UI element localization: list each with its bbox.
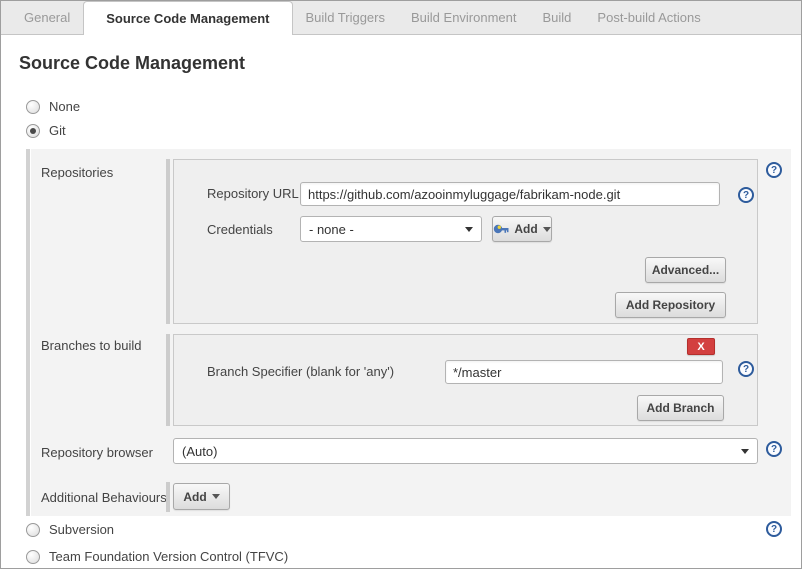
repository-browser-selected-value: (Auto) <box>182 443 218 459</box>
add-behaviour-label: Add <box>183 489 207 504</box>
caret-down-icon <box>465 227 473 232</box>
behaviours-divider-bar <box>166 482 170 512</box>
add-repository-label: Add Repository <box>625 298 716 312</box>
caret-down-icon <box>741 449 749 454</box>
credentials-select[interactable]: - none - <box>300 216 482 242</box>
radio-tfvc-label: Team Foundation Version Control (TFVC) <box>49 549 289 564</box>
repository-url-label: Repository URL <box>207 186 299 201</box>
caret-down-icon <box>211 494 220 499</box>
delete-branch-button[interactable]: X <box>687 338 715 355</box>
key-icon <box>494 224 509 234</box>
branch-specifier-label: Branch Specifier (blank for 'any') <box>207 364 395 379</box>
radio-git-icon[interactable] <box>26 123 40 138</box>
tab-source-code-management[interactable]: Source Code Management <box>83 1 293 35</box>
repositories-help-icon[interactable]: ? <box>766 162 782 178</box>
advanced-button[interactable]: Advanced... <box>645 257 726 283</box>
branch-panel: X Branch Specifier (blank for 'any') Add… <box>173 334 758 426</box>
additional-behaviours-label: Additional Behaviours <box>41 490 167 505</box>
radio-git-label: Git <box>49 123 66 138</box>
add-credentials-label: Add <box>514 222 538 236</box>
branch-specifier-input[interactable] <box>445 360 723 384</box>
scm-option-tfvc[interactable]: Team Foundation Version Control (TFVC) <box>26 549 288 564</box>
add-branch-button[interactable]: Add Branch <box>637 395 724 421</box>
add-credentials-button[interactable]: Add <box>492 216 552 242</box>
add-branch-label: Add Branch <box>646 401 715 415</box>
radio-none-icon[interactable] <box>26 99 40 114</box>
radio-none-label: None <box>49 99 81 114</box>
repository-url-input[interactable] <box>300 182 720 206</box>
tab-build-environment[interactable]: Build Environment <box>398 1 530 34</box>
tab-build-triggers[interactable]: Build Triggers <box>293 1 398 34</box>
subversion-help-icon[interactable]: ? <box>766 521 782 537</box>
branches-divider-bar <box>166 334 170 426</box>
page-title: Source Code Management <box>19 53 246 73</box>
repositories-divider-bar <box>166 159 170 324</box>
scm-option-none[interactable]: None <box>26 99 80 114</box>
config-tab-bar: General Source Code Management Build Tri… <box>1 1 801 35</box>
radio-subversion-icon[interactable] <box>26 522 40 537</box>
credentials-selected-value: - none - <box>309 221 354 237</box>
scm-option-subversion[interactable]: Subversion <box>26 522 114 537</box>
scm-option-git[interactable]: Git <box>26 123 66 138</box>
repository-browser-label: Repository browser <box>41 445 153 460</box>
branches-to-build-label: Branches to build <box>41 338 142 353</box>
advanced-button-label: Advanced... <box>651 263 720 277</box>
add-repository-button[interactable]: Add Repository <box>615 292 726 318</box>
jenkins-job-config-page: General Source Code Management Build Tri… <box>0 0 802 569</box>
tab-post-build-actions[interactable]: Post-build Actions <box>584 1 713 34</box>
tab-build[interactable]: Build <box>530 1 585 34</box>
repository-url-help-icon[interactable]: ? <box>738 187 754 203</box>
caret-down-icon <box>542 226 551 232</box>
repository-browser-help-icon[interactable]: ? <box>766 441 782 457</box>
repositories-label: Repositories <box>41 165 114 180</box>
branch-specifier-help-icon[interactable]: ? <box>738 361 754 377</box>
radio-tfvc-icon[interactable] <box>26 549 40 564</box>
repository-browser-select[interactable]: (Auto) <box>173 438 758 464</box>
radio-subversion-label: Subversion <box>49 522 115 537</box>
credentials-label: Credentials <box>207 222 273 237</box>
git-section-indent-bar <box>26 149 30 516</box>
repository-panel: Repository URL Credentials - none - Add … <box>173 159 758 324</box>
delete-branch-x-icon: X <box>697 340 705 353</box>
tab-general[interactable]: General <box>11 1 83 34</box>
add-behaviour-button[interactable]: Add <box>173 483 230 510</box>
